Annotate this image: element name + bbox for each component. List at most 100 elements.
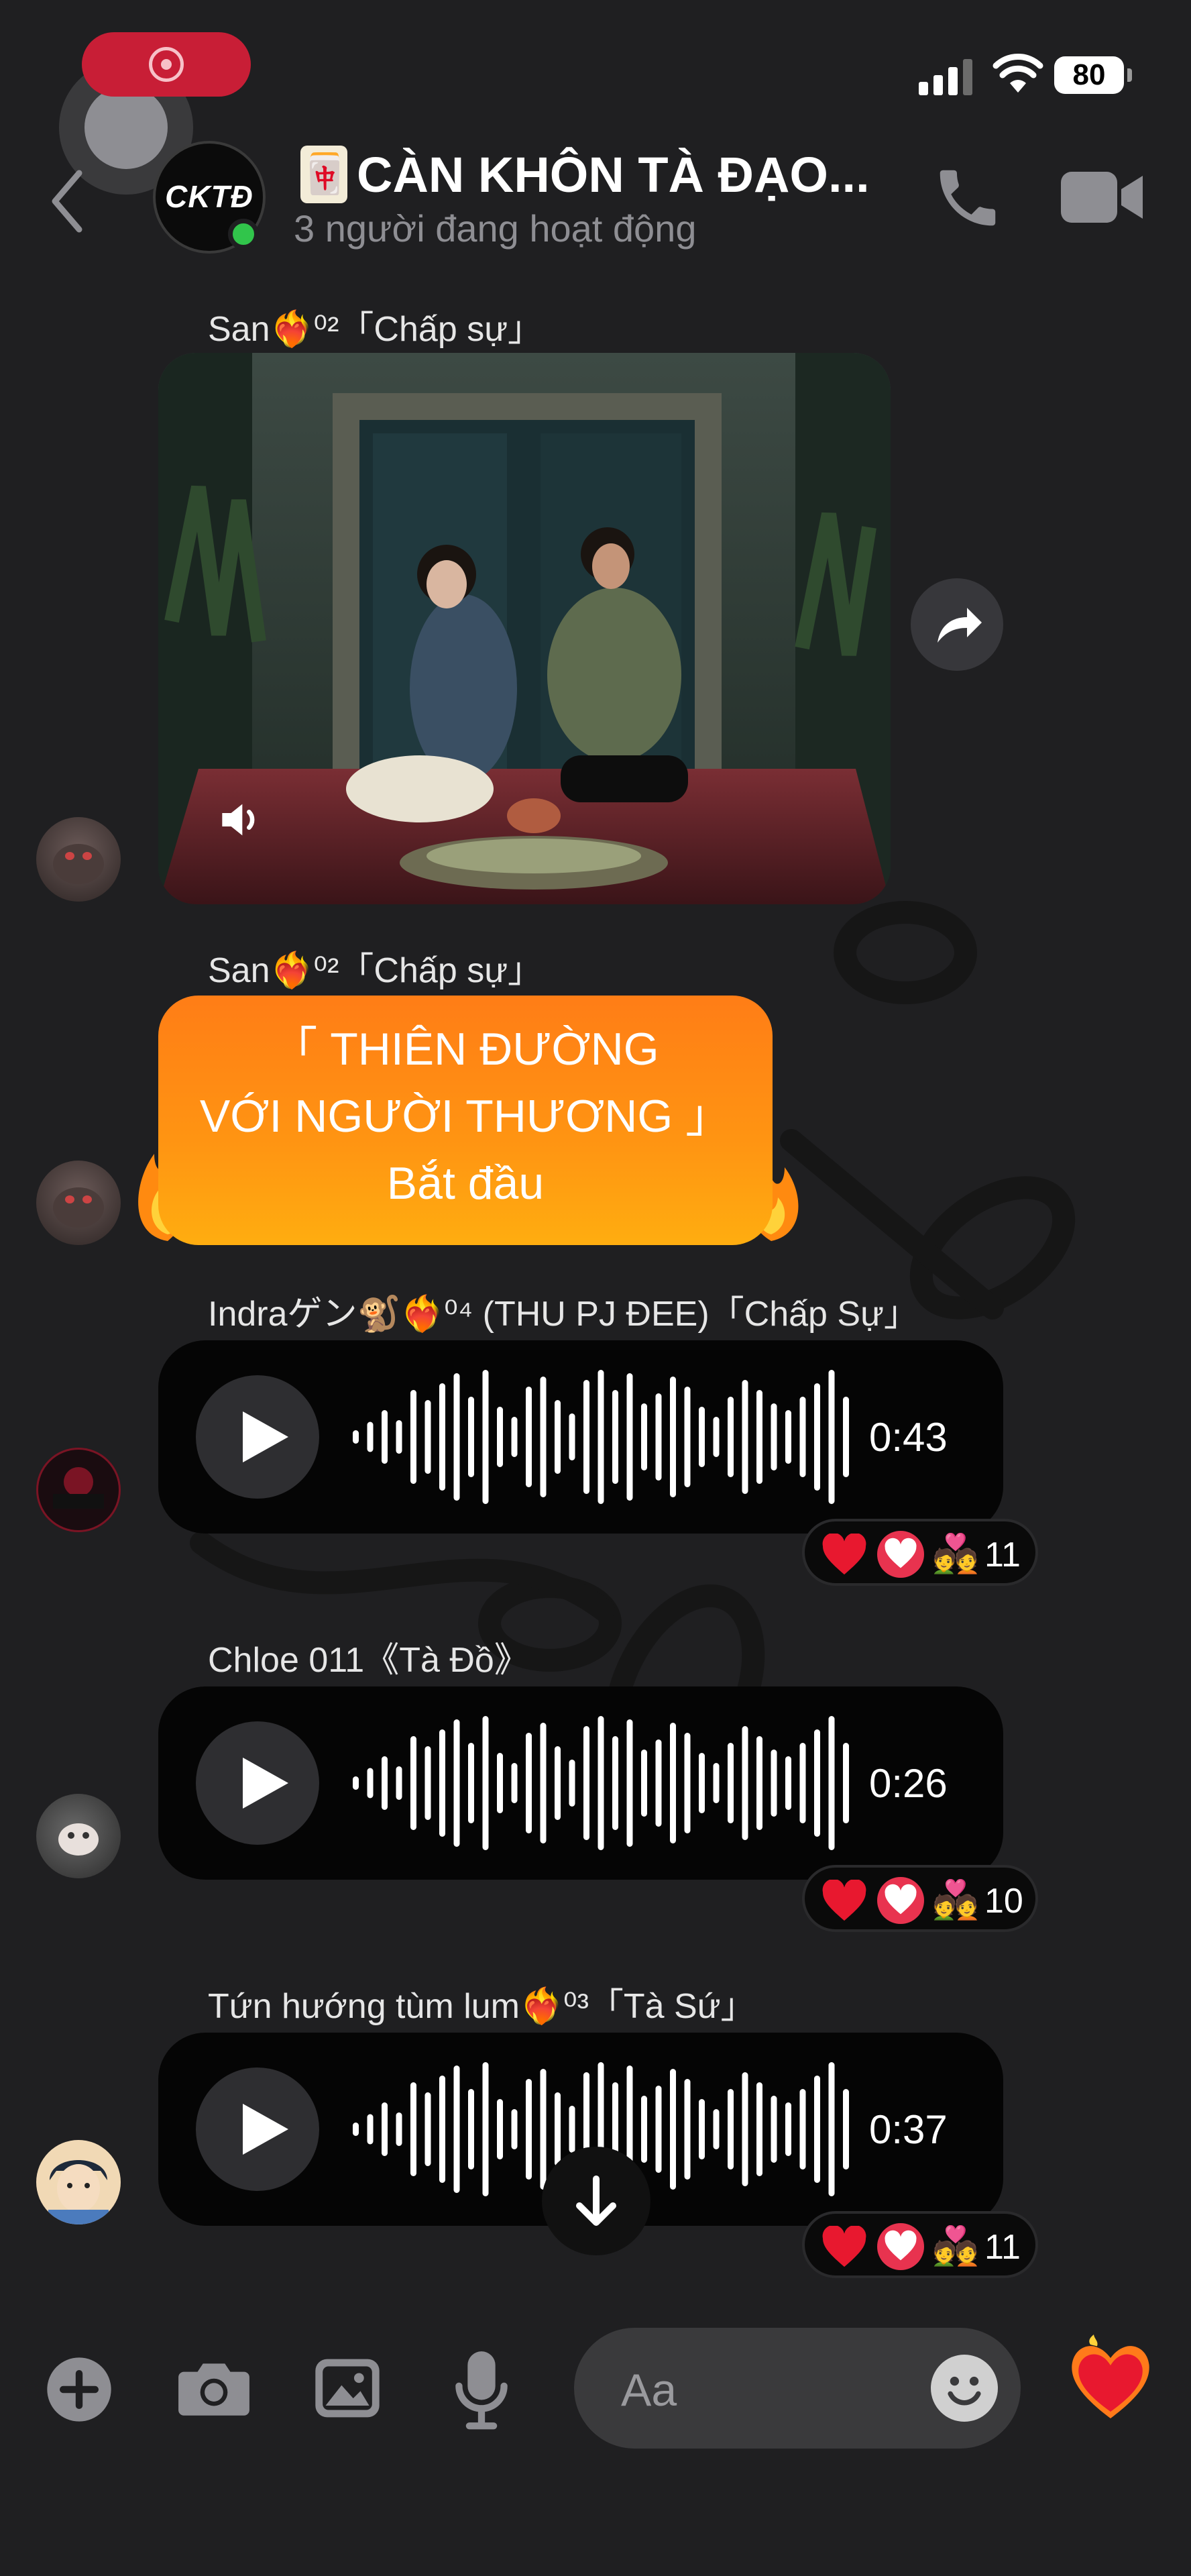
- sender-avatar[interactable]: [36, 817, 121, 902]
- record-icon: [149, 47, 184, 82]
- heart-icon[interactable]: [1070, 2334, 1151, 2422]
- waveform-bar: [641, 1750, 647, 1817]
- group-name: CÀN KHÔN TÀ ĐẠO...: [357, 146, 870, 203]
- waveform-bar: [396, 1766, 402, 1800]
- heart-reaction-icon: [822, 2226, 866, 2267]
- couple-reaction-icon: 💑: [932, 2224, 979, 2267]
- waveform-bar: [728, 1743, 734, 1823]
- sender-avatar[interactable]: [36, 1448, 121, 1532]
- video-call-icon[interactable]: [1061, 169, 1144, 225]
- waveform-bar: [424, 1400, 431, 1474]
- waveform-bar: [756, 2082, 762, 2176]
- waveform-bar: [497, 1753, 503, 1813]
- waveform-bar: [612, 1736, 618, 1830]
- share-icon: [938, 608, 982, 643]
- arrow-down-icon: [576, 2176, 616, 2226]
- message-sender: Tứn hướng tùm lum❤️‍🔥⁰³「Tà Sứ」: [208, 1987, 756, 2026]
- waveform-bar: [670, 1723, 676, 1843]
- waveform-bar: [612, 1390, 618, 1484]
- waveform-bar: [713, 1763, 720, 1803]
- couple-reaction-icon: 💑: [932, 1532, 979, 1574]
- camera-icon[interactable]: [176, 2355, 252, 2422]
- waveform-bar: [497, 2099, 503, 2159]
- waveform-bar: [424, 2092, 431, 2166]
- reaction-summary[interactable]: 💑 11: [802, 2211, 1038, 2278]
- waveform-bar: [367, 2114, 374, 2145]
- heart-eyes-reaction-icon: [877, 2223, 924, 2270]
- waveform-bar: [511, 2109, 518, 2149]
- waveform-bar: [742, 2072, 748, 2186]
- emoji-icon[interactable]: [931, 2355, 998, 2422]
- reaction-summary[interactable]: 💑 10: [802, 1865, 1038, 1932]
- reaction-summary[interactable]: 💑 11: [802, 1519, 1038, 1586]
- video-thumbnail: [158, 353, 891, 904]
- message-input[interactable]: Aa: [574, 2328, 1021, 2449]
- status-bar: 80: [0, 0, 1191, 195]
- video-message[interactable]: [158, 353, 891, 904]
- message-input-placeholder: Aa: [621, 2365, 677, 2416]
- waveform-bar: [396, 1420, 402, 1454]
- back-icon[interactable]: [47, 168, 87, 235]
- waveform-bar: [742, 1726, 748, 1840]
- waveform-bar: [843, 1743, 849, 1823]
- waveform-bar: [367, 1768, 374, 1799]
- call-icon[interactable]: [931, 161, 1005, 235]
- waveform-bar: [540, 1723, 547, 1843]
- waveform-bar: [626, 1719, 633, 1847]
- sender-avatar[interactable]: [36, 1161, 121, 1245]
- waveform-bar: [728, 1397, 734, 1477]
- waveform-bar: [468, 1397, 474, 1477]
- play-button[interactable]: [196, 2068, 319, 2191]
- heart-reaction-icon: [822, 1534, 866, 1575]
- waveform-bar: [713, 2109, 720, 2149]
- voice-message[interactable]: 0:26: [158, 1686, 1003, 1880]
- audio-waveform: [353, 1716, 849, 1850]
- reaction-count: 11: [984, 1536, 1021, 1574]
- waveform-bar: [468, 1743, 474, 1823]
- waveform-bar: [583, 1380, 589, 1494]
- play-button[interactable]: [196, 1721, 319, 1845]
- microphone-icon[interactable]: [453, 2348, 510, 2431]
- waveform-bar: [555, 1746, 561, 1820]
- scroll-to-bottom-button[interactable]: [542, 2147, 650, 2255]
- waveform-bar: [785, 1410, 791, 1464]
- group-avatar-logo-text: CKTĐ: [165, 179, 253, 214]
- waveform-bar: [410, 1390, 416, 1484]
- waveform-bar: [468, 2089, 474, 2169]
- gallery-icon[interactable]: [313, 2353, 382, 2423]
- avatar-image: [58, 1823, 99, 1856]
- waveform-bar: [699, 2099, 705, 2159]
- waveform-bar: [540, 1377, 547, 1497]
- waveform-bar: [439, 1383, 445, 1491]
- sender-avatar[interactable]: [36, 1794, 121, 1878]
- reaction-count: 11: [984, 2228, 1021, 2267]
- heart-reaction-icon: [822, 1880, 866, 1921]
- message-line: Bắt đầu: [386, 1158, 545, 1209]
- waveform-bar: [569, 1760, 575, 1807]
- waveform-bar: [511, 1763, 518, 1803]
- waveform-bar: [367, 1421, 374, 1452]
- plus-icon[interactable]: [44, 2355, 114, 2424]
- play-button[interactable]: [196, 1375, 319, 1499]
- sender-avatar[interactable]: [36, 2140, 121, 2224]
- voice-message[interactable]: 0:43: [158, 1340, 1003, 1534]
- avatar-image: [53, 1467, 104, 1509]
- waveform-bar: [799, 1743, 806, 1823]
- group-title[interactable]: 🀄 CÀN KHÔN TÀ ĐẠO...: [300, 141, 891, 208]
- text-message-bubble[interactable]: 「 THIÊN ĐƯỜNG VỚI NGƯỜI THƯƠNG 」 Bắt đầu: [158, 996, 773, 1245]
- waveform-bar: [699, 1407, 705, 1467]
- waveform-bar: [453, 1719, 460, 1847]
- waveform-bar: [497, 1407, 503, 1467]
- waveform-bar: [655, 1393, 662, 1481]
- waveform-bar: [771, 1403, 777, 1470]
- waveform-bar: [353, 2123, 359, 2136]
- mute-toggle-icon[interactable]: [213, 793, 267, 850]
- waveform-bar: [511, 1417, 518, 1457]
- waveform-bar: [439, 1729, 445, 1837]
- waveform-bar: [699, 1753, 705, 1813]
- waveform-bar: [410, 2082, 416, 2176]
- share-button[interactable]: [911, 578, 1003, 671]
- waveform-bar: [598, 1716, 604, 1850]
- online-status-dot: [228, 219, 259, 250]
- waveform-bar: [626, 1373, 633, 1501]
